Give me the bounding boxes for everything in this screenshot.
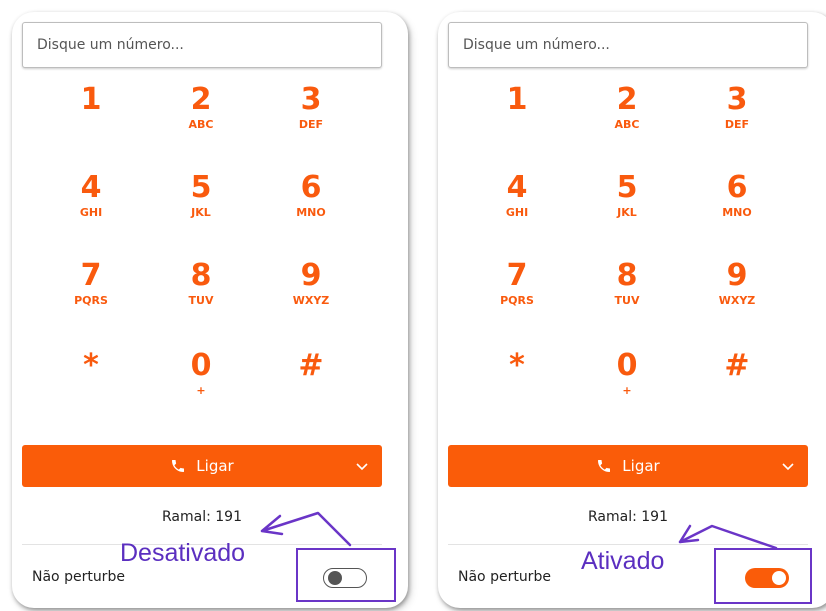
key-star[interactable]: * — [46, 348, 136, 420]
key-letters: ABC — [188, 118, 214, 131]
annotation-label-disabled: Desativado — [120, 539, 246, 567]
key-6[interactable]: 6 MNO — [692, 170, 782, 242]
key-3[interactable]: 3 DEF — [692, 82, 782, 154]
key-digit: 8 — [190, 258, 212, 293]
key-letters: PQRS — [500, 294, 534, 307]
key-digit: 7 — [506, 258, 528, 293]
key-1[interactable]: 1 — [472, 82, 562, 154]
dial-number-input[interactable] — [22, 22, 382, 68]
key-digit: 9 — [726, 258, 748, 293]
key-digit: 4 — [506, 170, 528, 205]
key-letters: DEF — [298, 118, 324, 131]
key-letters: PQRS — [74, 294, 108, 307]
key-digit: 5 — [190, 170, 212, 205]
key-hash[interactable]: # — [266, 348, 356, 420]
extension-label: Ramal: 191 — [588, 509, 668, 525]
key-digit: 3 — [300, 82, 322, 117]
key-letters: GHI — [79, 206, 103, 219]
key-5[interactable]: 5 JKL — [156, 170, 246, 242]
call-button[interactable]: Ligar — [448, 445, 808, 487]
phone-icon — [598, 460, 611, 472]
key-8[interactable]: 8 TUV — [582, 258, 672, 330]
key-7[interactable]: 7 PQRS — [46, 258, 136, 330]
chevron-down-icon[interactable] — [780, 458, 796, 474]
phone-icon — [172, 460, 185, 472]
key-letters: MNO — [296, 206, 326, 219]
key-digit: 1 — [506, 82, 528, 117]
key-digit: 9 — [300, 258, 322, 293]
key-letters: + — [622, 384, 632, 397]
key-letters: MNO — [722, 206, 752, 219]
key-digit: # — [724, 348, 750, 383]
key-digit: 0 — [616, 348, 638, 383]
key-8[interactable]: 8 TUV — [156, 258, 246, 330]
key-digit: 8 — [616, 258, 638, 293]
key-digit: * — [509, 348, 525, 383]
key-9[interactable]: 9 WXYZ — [266, 258, 356, 330]
dialer-panel-disabled: 1 2ABC 3DEF 4GHI 5JKL 6MNO 7PQRS 8TUV 9W… — [12, 12, 408, 608]
key-5[interactable]: 5 JKL — [582, 170, 672, 242]
key-digit: 6 — [300, 170, 322, 205]
do-not-disturb-label: Não perturbe — [458, 569, 551, 585]
key-0[interactable]: 0 + — [156, 348, 246, 420]
key-digit: 1 — [80, 82, 102, 117]
key-4[interactable]: 4 GHI — [472, 170, 562, 242]
call-label: Ligar — [196, 457, 234, 475]
key-digit: 4 — [80, 170, 102, 205]
key-letters: + — [196, 384, 206, 397]
key-letters: JKL — [617, 206, 637, 219]
key-2[interactable]: 2 ABC — [156, 82, 246, 154]
key-1[interactable]: 1 — [46, 82, 136, 154]
key-letters: JKL — [191, 206, 211, 219]
chevron-down-icon[interactable] — [354, 458, 370, 474]
key-digit: 2 — [616, 82, 638, 117]
call-button[interactable]: Ligar — [22, 445, 382, 487]
key-digit: 5 — [616, 170, 638, 205]
key-star[interactable]: * — [472, 348, 562, 420]
annotation-label-enabled: Ativado — [581, 547, 665, 575]
key-digit: 0 — [190, 348, 212, 383]
key-letters: WXYZ — [718, 294, 756, 307]
key-4[interactable]: 4 GHI — [46, 170, 136, 242]
key-digit: 6 — [726, 170, 748, 205]
do-not-disturb-label: Não perturbe — [32, 569, 125, 585]
annotation-box-enabled — [714, 548, 812, 604]
key-3[interactable]: 3 DEF — [266, 82, 356, 154]
extension-label: Ramal: 191 — [162, 509, 242, 525]
key-letters: DEF — [724, 118, 750, 131]
key-letters: TUV — [188, 294, 214, 307]
key-2[interactable]: 2 ABC — [582, 82, 672, 154]
key-digit: 3 — [726, 82, 748, 117]
key-letters: ABC — [614, 118, 640, 131]
key-7[interactable]: 7 PQRS — [472, 258, 562, 330]
key-digit: 7 — [80, 258, 102, 293]
key-digit: # — [298, 348, 324, 383]
key-0[interactable]: 0 + — [582, 348, 672, 420]
annotation-box-disabled — [296, 548, 396, 602]
key-9[interactable]: 9 WXYZ — [692, 258, 782, 330]
key-digit: * — [83, 348, 99, 383]
key-hash[interactable]: # — [692, 348, 782, 420]
key-letters: GHI — [505, 206, 529, 219]
dial-number-input[interactable] — [448, 22, 808, 68]
dialer-panel-enabled: 1 2ABC 3DEF 4GHI 5JKL 6MNO 7PQRS 8TUV 9W… — [438, 12, 826, 608]
divider — [448, 544, 808, 545]
call-label: Ligar — [622, 457, 660, 475]
key-letters: TUV — [614, 294, 640, 307]
key-digit: 2 — [190, 82, 212, 117]
key-letters: WXYZ — [292, 294, 330, 307]
key-6[interactable]: 6 MNO — [266, 170, 356, 242]
